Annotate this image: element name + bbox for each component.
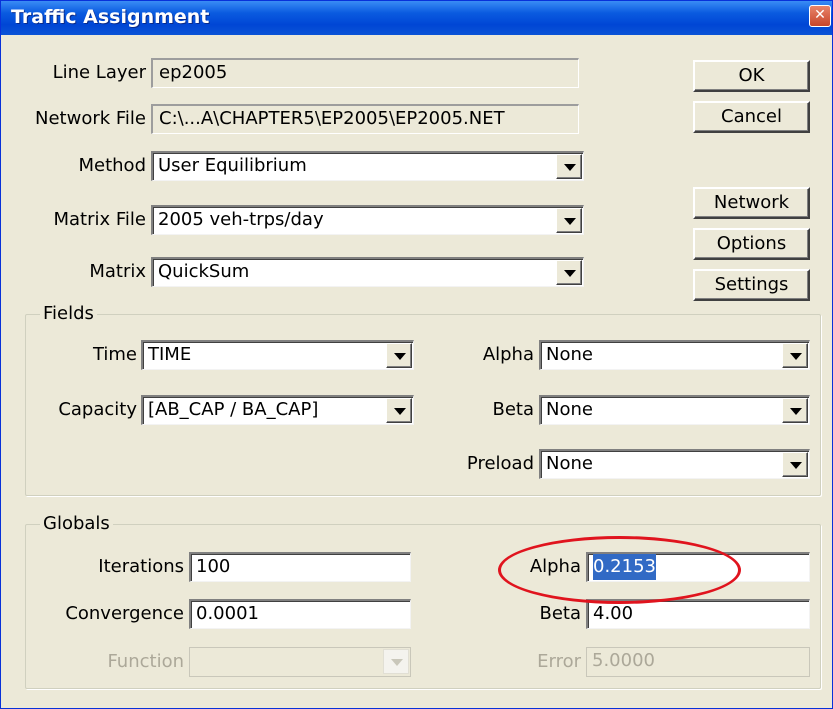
function-label: Function: [107, 651, 184, 672]
time-value: TIME: [148, 344, 192, 365]
preload-dropdown[interactable]: None: [539, 449, 810, 479]
error-value: 5.0000: [592, 650, 655, 671]
chevron-down-icon[interactable]: [782, 398, 808, 423]
fields-alpha-value: None: [546, 344, 593, 365]
time-label: Time: [92, 344, 137, 365]
network-file-label: Network File: [35, 108, 146, 129]
method-label: Method: [78, 155, 146, 176]
chevron-down-icon: [383, 649, 409, 674]
globals-group-title: Globals: [40, 513, 113, 535]
close-icon[interactable]: ✕: [809, 5, 831, 27]
iterations-input[interactable]: 100: [189, 552, 411, 582]
convergence-label: Convergence: [65, 603, 184, 624]
error-input: 5.0000: [586, 647, 810, 677]
window-title: Traffic Assignment: [11, 6, 210, 28]
network-file-field: C:\...A\CHAPTER5\EP2005\EP2005.NET: [151, 104, 579, 134]
capacity-label: Capacity: [58, 399, 137, 420]
chevron-down-icon[interactable]: [556, 154, 582, 179]
matrix-file-value: 2005 veh-trps/day: [158, 209, 324, 230]
highlight-ellipse-annotation: [498, 536, 741, 604]
title-bar[interactable]: Traffic Assignment ✕: [1, 1, 832, 35]
ok-button[interactable]: OK: [693, 60, 810, 92]
matrix-dropdown[interactable]: QuickSum: [151, 257, 584, 287]
cancel-button[interactable]: Cancel: [693, 101, 810, 133]
traffic-assignment-dialog: Traffic Assignment ✕ Line Layer ep2005 N…: [0, 0, 833, 709]
preload-label: Preload: [466, 453, 534, 474]
convergence-input[interactable]: 0.0001: [189, 599, 411, 629]
method-value: User Equilibrium: [158, 155, 307, 176]
fields-beta-label: Beta: [492, 399, 534, 420]
matrix-file-label: Matrix File: [53, 209, 146, 230]
method-dropdown[interactable]: User Equilibrium: [151, 151, 584, 181]
convergence-value: 0.0001: [196, 603, 259, 624]
line-layer-field: ep2005: [151, 58, 579, 88]
time-dropdown[interactable]: TIME: [141, 340, 414, 370]
network-file-value: C:\...A\CHAPTER5\EP2005\EP2005.NET: [159, 108, 505, 129]
settings-button[interactable]: Settings: [693, 269, 810, 301]
chevron-down-icon[interactable]: [782, 452, 808, 477]
options-button[interactable]: Options: [693, 228, 810, 260]
preload-value: None: [546, 453, 593, 474]
capacity-value: [AB_CAP / BA_CAP]: [148, 399, 319, 420]
fields-beta-value: None: [546, 399, 593, 420]
capacity-dropdown[interactable]: [AB_CAP / BA_CAP]: [141, 395, 414, 425]
fields-alpha-label: Alpha: [482, 344, 534, 365]
line-layer-value: ep2005: [159, 62, 228, 83]
iterations-label: Iterations: [98, 556, 184, 577]
network-button[interactable]: Network: [693, 187, 810, 219]
matrix-file-dropdown[interactable]: 2005 veh-trps/day: [151, 205, 584, 235]
chevron-down-icon[interactable]: [556, 208, 582, 233]
function-dropdown: [189, 647, 411, 677]
matrix-label: Matrix: [89, 261, 146, 282]
chevron-down-icon[interactable]: [782, 343, 808, 368]
fields-beta-dropdown[interactable]: None: [539, 395, 810, 425]
chevron-down-icon[interactable]: [386, 343, 412, 368]
globals-beta-label: Beta: [539, 603, 581, 624]
globals-beta-value: 4.00: [593, 603, 634, 624]
iterations-value: 100: [196, 556, 231, 577]
line-layer-label: Line Layer: [52, 62, 146, 83]
fields-group-title: Fields: [40, 303, 97, 325]
chevron-down-icon[interactable]: [556, 260, 582, 285]
matrix-value: QuickSum: [158, 261, 250, 282]
error-label: Error: [537, 651, 581, 672]
chevron-down-icon[interactable]: [386, 398, 412, 423]
fields-alpha-dropdown[interactable]: None: [539, 340, 810, 370]
